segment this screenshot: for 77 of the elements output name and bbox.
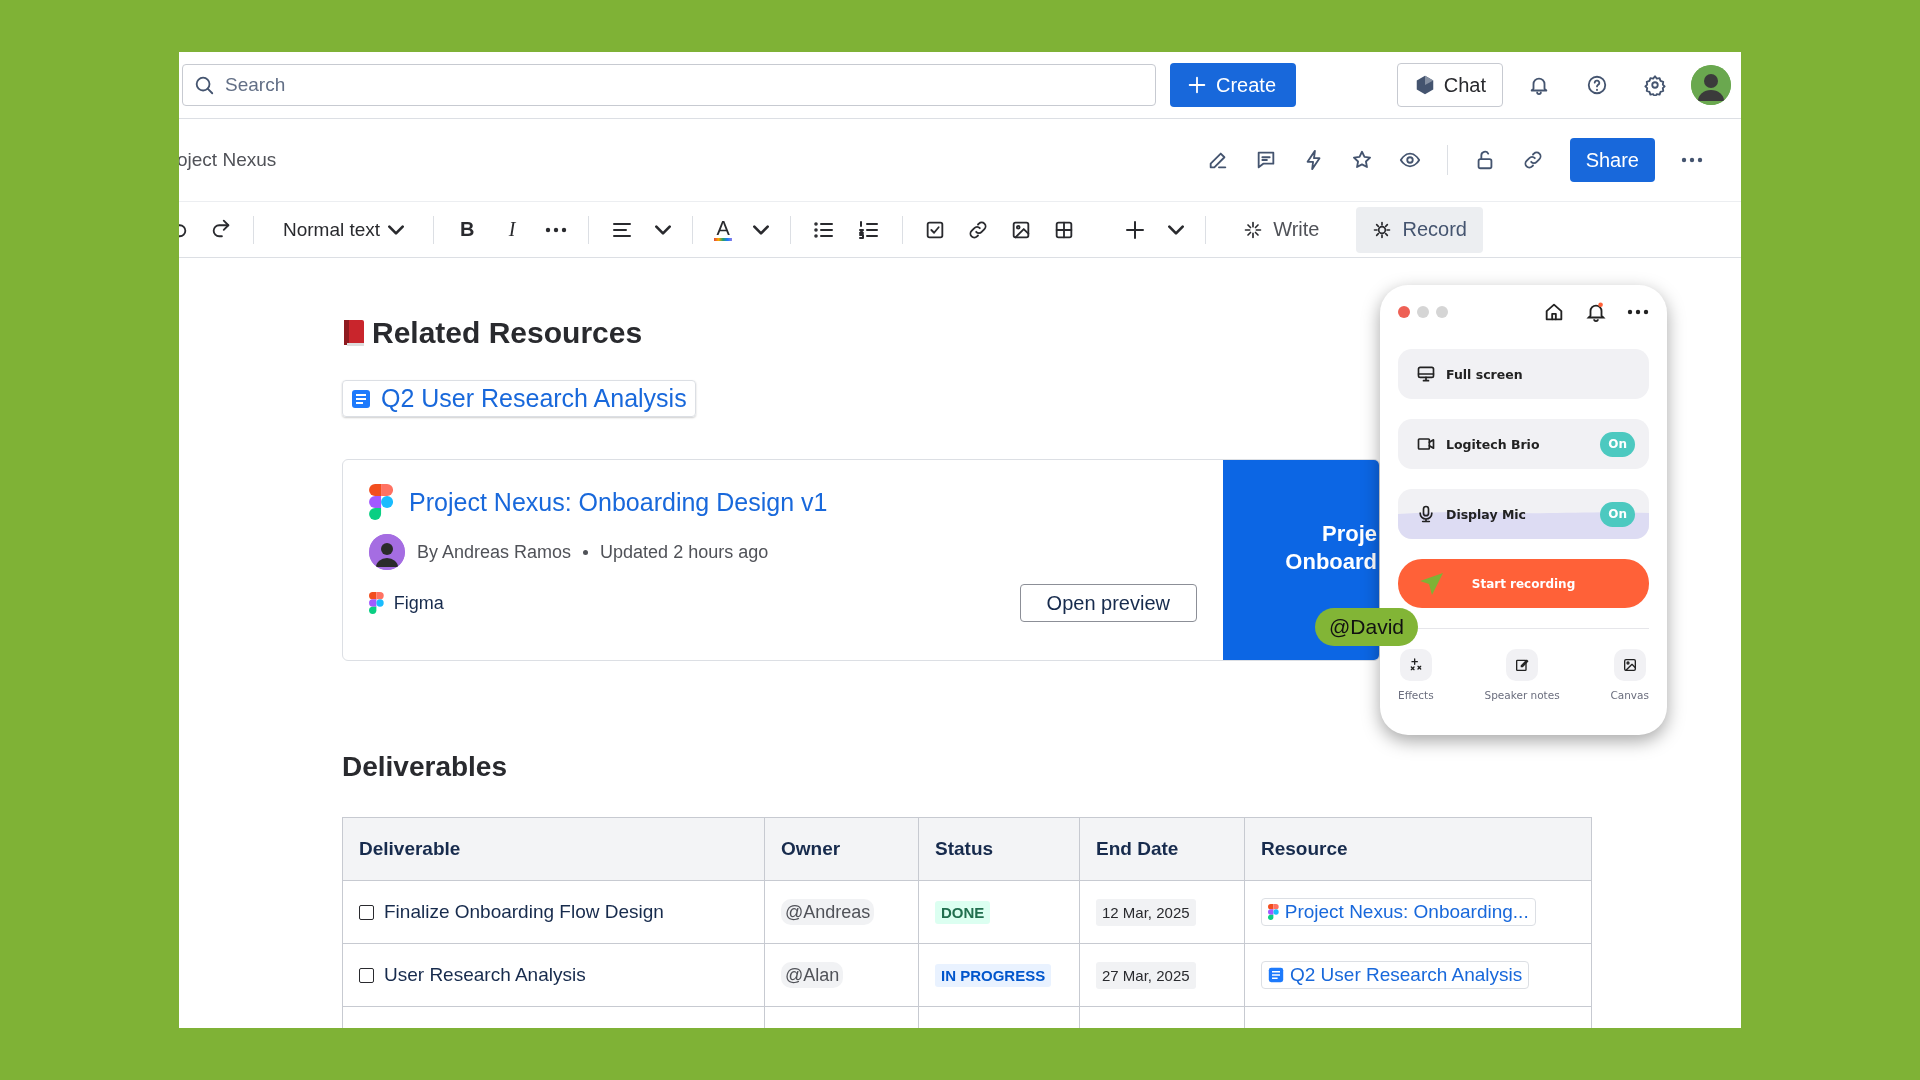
minimize-dot[interactable] bbox=[1417, 306, 1429, 318]
owner-mention[interactable]: @Andreas bbox=[781, 899, 875, 925]
help-icon bbox=[1586, 74, 1608, 96]
chat-button[interactable]: Chat bbox=[1396, 63, 1503, 107]
document-icon bbox=[1268, 967, 1284, 983]
updated-text: Updated 2 hours ago bbox=[600, 541, 769, 563]
column-header: Deliverable bbox=[342, 817, 765, 881]
caret-icon[interactable] bbox=[753, 224, 770, 235]
more-formatting-icon[interactable] bbox=[545, 226, 568, 233]
status-lozenge: IN PROGRESS bbox=[935, 964, 1052, 987]
mention-tag: @David bbox=[1315, 608, 1418, 646]
record-icon bbox=[1372, 219, 1393, 240]
resource-link[interactable]: Project Nexus: Onboarding... bbox=[1261, 898, 1536, 926]
camera-option[interactable]: Logitech Brio On bbox=[1398, 419, 1649, 469]
checkbox[interactable] bbox=[359, 904, 374, 920]
option-label: Display Mic bbox=[1446, 506, 1527, 522]
share-button[interactable]: Share bbox=[1569, 138, 1655, 182]
image-icon bbox=[1621, 657, 1638, 673]
preview-text: Proje bbox=[1321, 520, 1377, 548]
card-title-link[interactable]: Project Nexus: Onboarding Design v1 bbox=[409, 487, 828, 517]
figma-icon bbox=[369, 592, 384, 614]
search-field[interactable]: Search bbox=[182, 64, 1156, 106]
caret-icon[interactable] bbox=[388, 224, 405, 235]
home-icon bbox=[1543, 301, 1565, 323]
date-chip: 12 Mar, 2025 bbox=[1096, 899, 1196, 926]
monitor-icon bbox=[1416, 364, 1436, 384]
section-heading: Related Resources bbox=[372, 316, 643, 350]
figma-icon bbox=[1268, 904, 1279, 920]
status-lozenge: DONE bbox=[935, 901, 991, 924]
sparkle-icon bbox=[1243, 219, 1264, 240]
close-dot[interactable] bbox=[1398, 306, 1410, 318]
checkbox[interactable] bbox=[359, 967, 374, 983]
caret-icon[interactable] bbox=[1168, 224, 1185, 235]
note-edit-icon bbox=[1514, 657, 1531, 673]
source-label: Figma bbox=[393, 592, 444, 614]
book-icon bbox=[342, 319, 366, 347]
page-link[interactable]: Q2 User Research Analysis bbox=[342, 380, 696, 417]
star-icon bbox=[1350, 149, 1373, 171]
screen-option[interactable]: Full screen bbox=[1398, 349, 1649, 399]
settings-icon bbox=[1644, 74, 1666, 96]
plus-icon bbox=[1186, 74, 1208, 96]
preview-text: Onboard bbox=[1285, 548, 1377, 576]
bold-button[interactable]: B bbox=[455, 218, 480, 241]
column-header: Resource bbox=[1244, 817, 1592, 881]
deliverable-text: User Research Analysis bbox=[384, 964, 586, 986]
column-header: End Date bbox=[1079, 817, 1245, 881]
text-style-dropdown[interactable]: Normal text bbox=[275, 218, 413, 241]
document-icon bbox=[351, 388, 371, 409]
author-text: By Andreas Ramos bbox=[417, 541, 572, 563]
caret-icon[interactable] bbox=[655, 224, 672, 235]
search-icon bbox=[193, 74, 215, 96]
microphone-option[interactable]: Display Mic On bbox=[1398, 489, 1649, 539]
author-avatar bbox=[369, 534, 405, 570]
microphone-icon bbox=[1416, 504, 1436, 524]
option-label: Full screen bbox=[1446, 366, 1523, 382]
pointer-cursor-icon bbox=[1418, 571, 1444, 597]
italic-button[interactable]: I bbox=[500, 218, 525, 241]
create-button[interactable]: Create bbox=[1170, 63, 1297, 107]
text-color-button[interactable]: A bbox=[714, 218, 733, 241]
more-icon[interactable] bbox=[1627, 309, 1649, 315]
more-icon[interactable] bbox=[1681, 157, 1703, 163]
user-avatar[interactable] bbox=[1691, 65, 1731, 105]
resource-link[interactable]: Q2 User Research Analysis bbox=[1261, 961, 1530, 989]
date-chip: 27 Mar, 2025 bbox=[1096, 962, 1196, 989]
column-header: Owner bbox=[764, 817, 919, 881]
zoom-dot[interactable] bbox=[1436, 306, 1448, 318]
notes-button[interactable]: Speaker notes bbox=[1484, 649, 1560, 701]
option-label: Logitech Brio bbox=[1446, 436, 1540, 452]
write-button[interactable]: Write bbox=[1227, 206, 1336, 253]
notification-bell-icon[interactable] bbox=[1585, 301, 1607, 323]
deliverable-text: Finalize Onboarding Flow Design bbox=[384, 901, 664, 923]
record-button[interactable]: Record bbox=[1356, 206, 1483, 253]
figma-icon bbox=[369, 484, 394, 520]
open-preview-button[interactable]: Open preview bbox=[1019, 584, 1197, 622]
column-header: Status bbox=[918, 817, 1080, 881]
section-heading: Deliverables bbox=[342, 751, 508, 783]
owner-mention[interactable]: @Alan bbox=[781, 962, 844, 988]
